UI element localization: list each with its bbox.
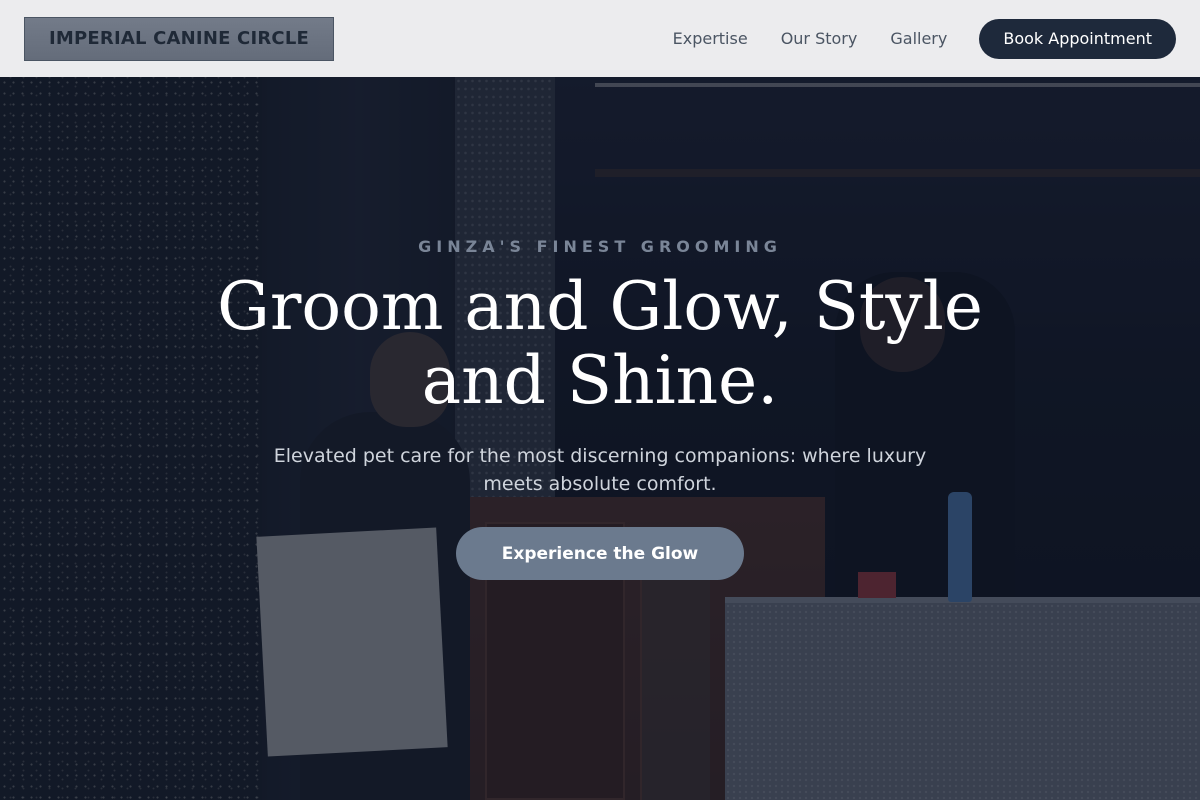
hero-content: GINZA'S FINEST GROOMING Groom and Glow, … <box>0 77 1200 580</box>
logo-text: IMPERIAL CANINE CIRCLE <box>49 28 309 49</box>
book-appointment-label: Book Appointment <box>1003 29 1152 48</box>
nav-link-expertise[interactable]: Expertise <box>673 29 748 48</box>
hero-subtext: Elevated pet care for the most discernin… <box>273 445 927 495</box>
book-appointment-button[interactable]: Book Appointment <box>979 18 1176 59</box>
logo[interactable]: IMPERIAL CANINE CIRCLE <box>24 16 334 61</box>
hero-headline: Groom and Glow, Style and Shine. <box>217 268 983 419</box>
main-nav: Expertise Our Story Gallery Book Appoint… <box>673 18 1176 59</box>
experience-the-glow-label: Experience the Glow <box>501 543 699 564</box>
hero-eyebrow: GINZA'S FINEST GROOMING <box>418 237 782 256</box>
nav-link-our-story[interactable]: Our Story <box>781 29 858 48</box>
site-header: IMPERIAL CANINE CIRCLE Expertise Our Sto… <box>0 0 1200 77</box>
experience-the-glow-button[interactable]: Experience the Glow <box>456 527 744 580</box>
nav-link-gallery[interactable]: Gallery <box>890 29 947 48</box>
